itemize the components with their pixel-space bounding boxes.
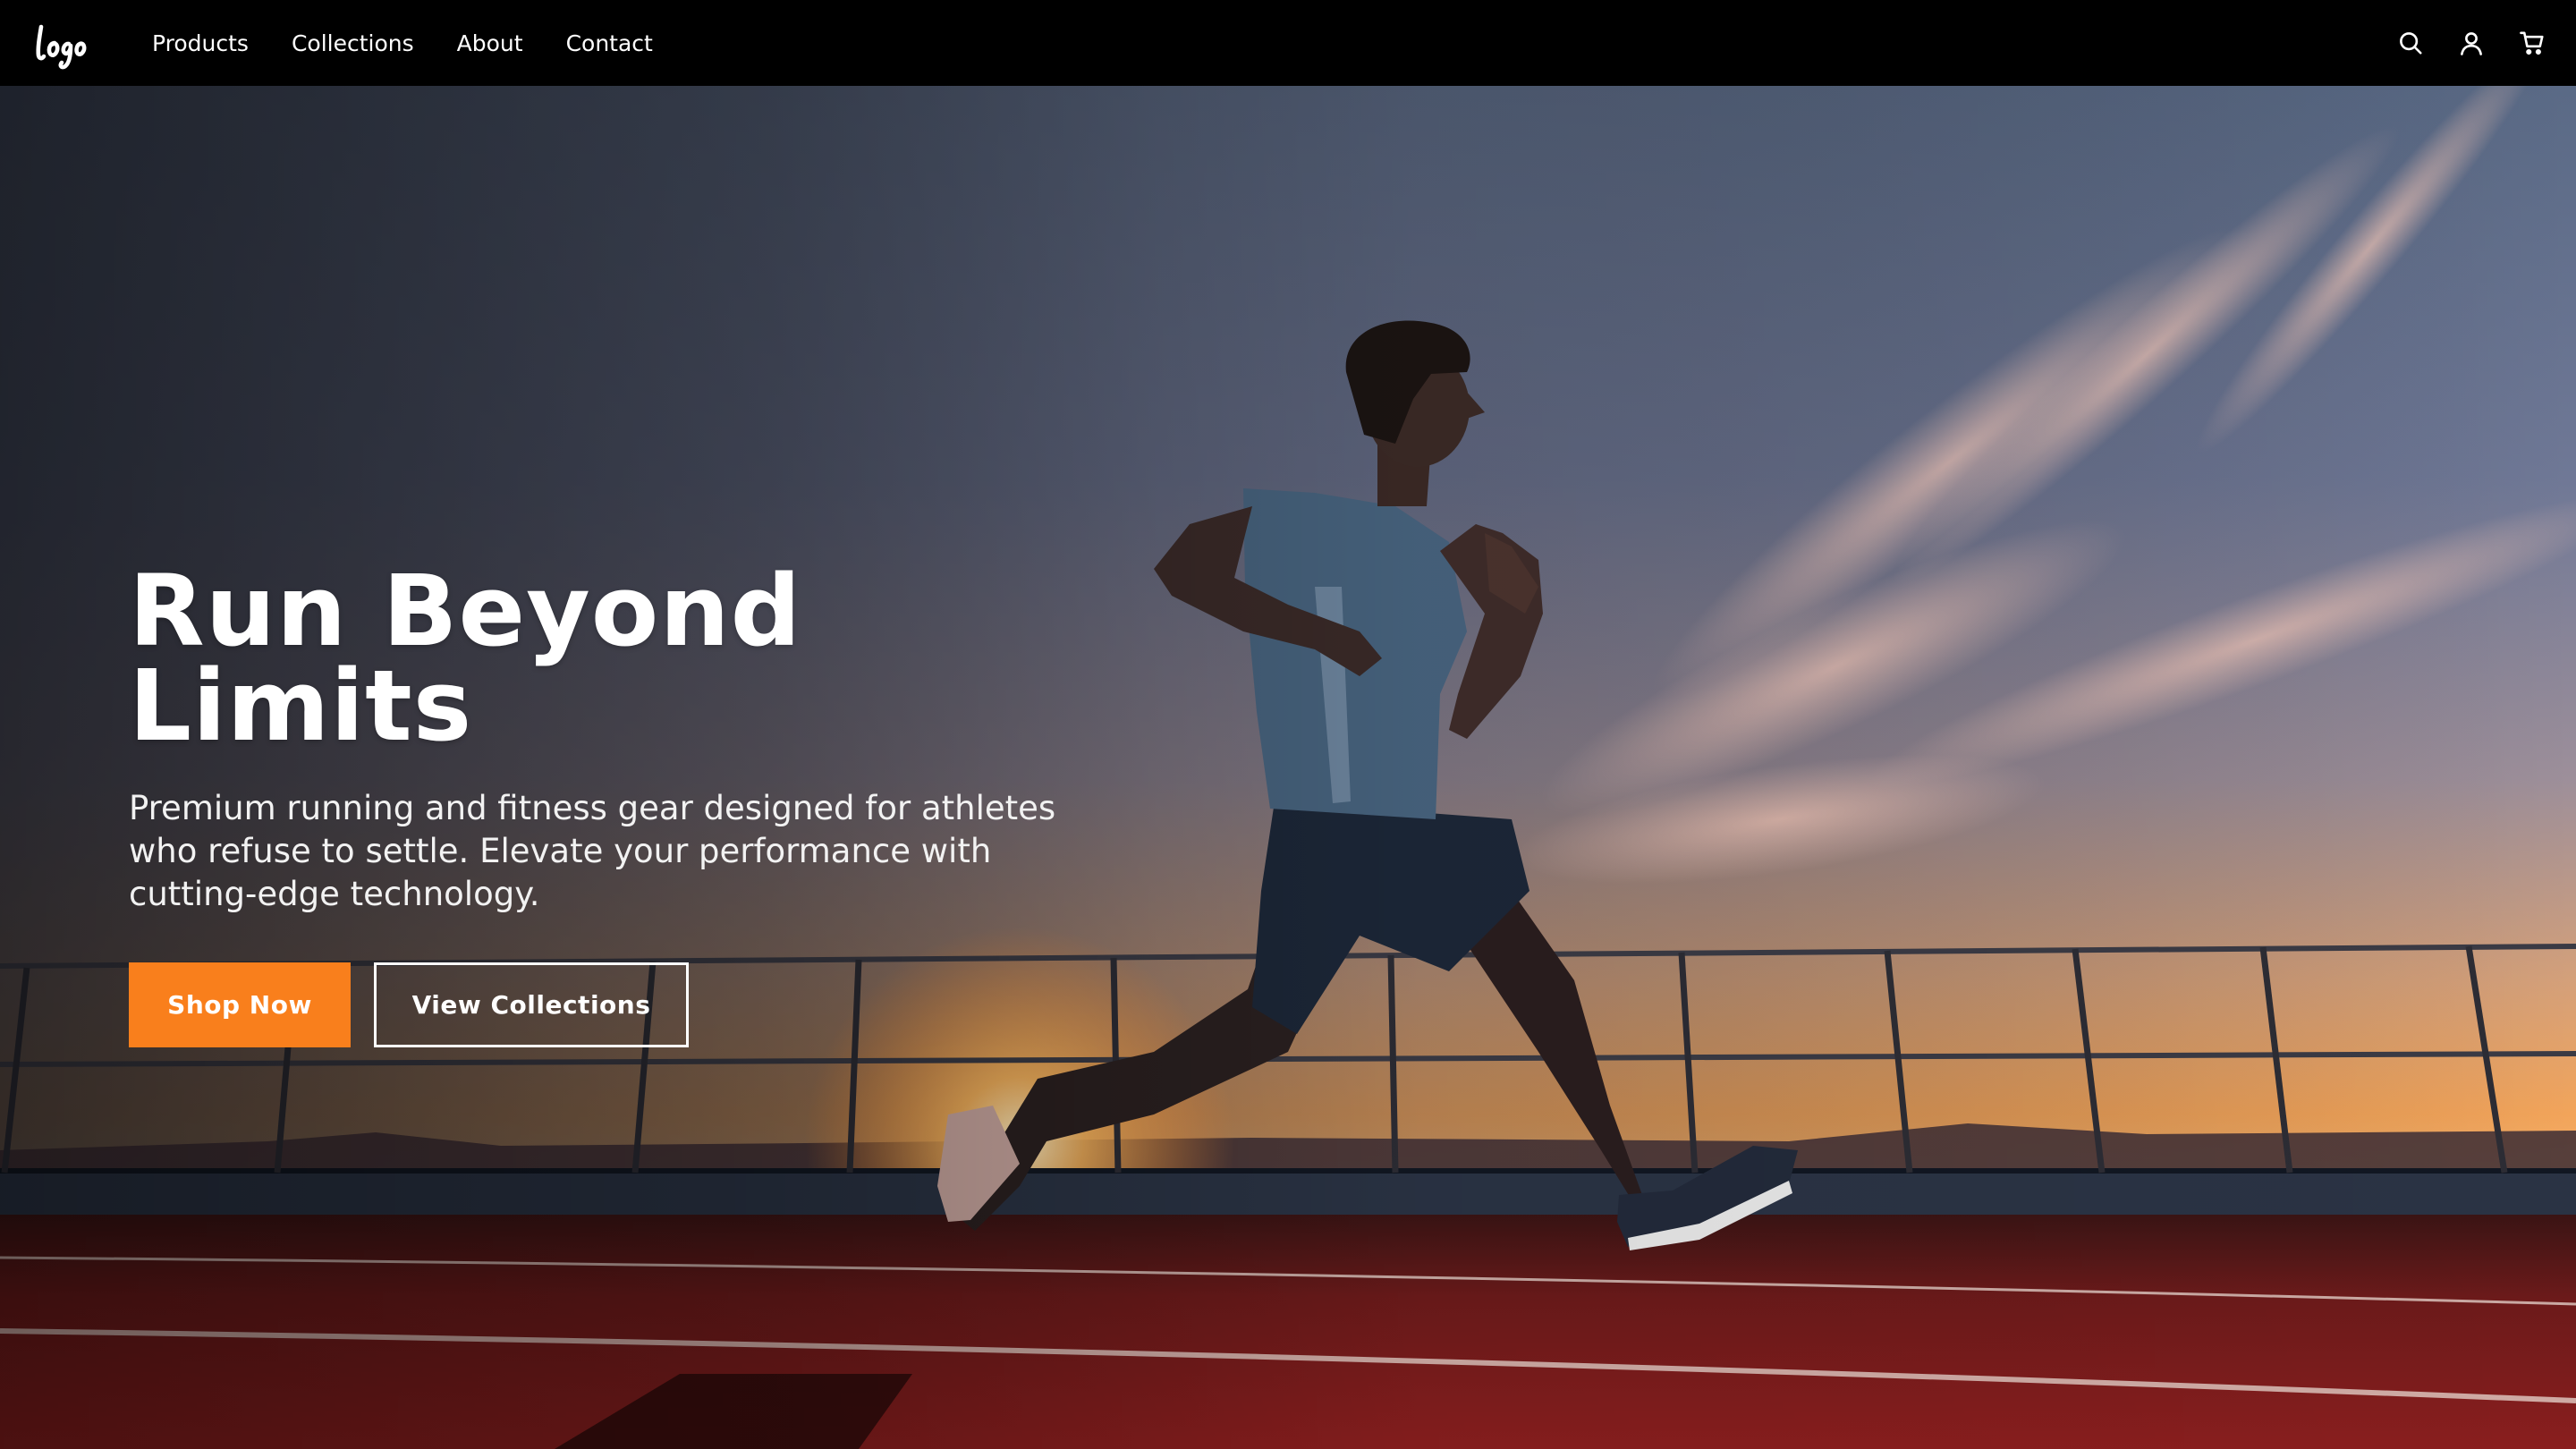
top-navbar: Products Collections About Contact [0, 0, 2576, 86]
user-icon[interactable] [2458, 30, 2485, 56]
primary-navigation: Products Collections About Contact [152, 0, 696, 86]
nav-link-contact[interactable]: Contact [566, 30, 653, 56]
logo-icon[interactable] [32, 20, 89, 73]
hero-section: Run Beyond Limits Premium running and fi… [0, 86, 2576, 1449]
view-collections-button[interactable]: View Collections [374, 962, 689, 1047]
nav-link-about[interactable]: About [457, 30, 523, 56]
shop-now-button[interactable]: Shop Now [129, 962, 351, 1047]
hero-content: Run Beyond Limits Premium running and fi… [129, 554, 1184, 1047]
hero-title: Run Beyond Limits [129, 554, 802, 763]
hero-subtitle: Premium running and fitness gear designe… [129, 789, 1056, 913]
nav-actions [2397, 0, 2546, 86]
hero-cta-group: Shop Now View Collections [129, 962, 1184, 1047]
cart-icon[interactable] [2519, 30, 2546, 56]
nav-link-products[interactable]: Products [152, 30, 249, 56]
nav-link-collections[interactable]: Collections [292, 30, 414, 56]
search-icon[interactable] [2397, 30, 2424, 56]
